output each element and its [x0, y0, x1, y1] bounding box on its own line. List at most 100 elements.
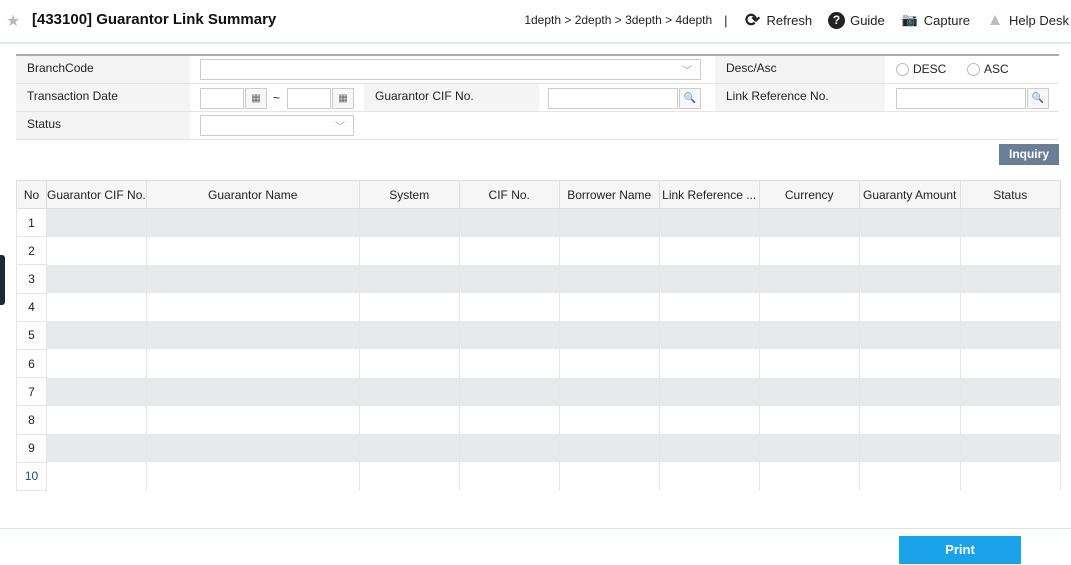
- inquiry-button[interactable]: Inquiry: [999, 144, 1059, 165]
- status-select[interactable]: ﹀: [200, 115, 354, 136]
- table-cell: [959, 264, 1061, 294]
- refresh-label: Refresh: [766, 12, 813, 28]
- column-header[interactable]: Status: [959, 180, 1061, 209]
- table-row[interactable]: 5: [16, 320, 1061, 350]
- table-cell: [145, 293, 360, 322]
- row-number: 9: [16, 433, 47, 463]
- table-cell: [959, 462, 1061, 491]
- table-cell: [858, 208, 961, 237]
- table-cell: [758, 434, 860, 463]
- guide-button[interactable]: ? Guide: [828, 11, 885, 29]
- table-cell: [458, 462, 560, 491]
- results-table: No Guarantor CIF No. Guarantor Name System C…: [16, 180, 1061, 491]
- table-cell: [558, 321, 660, 350]
- link-reference-input[interactable]: [896, 88, 1026, 109]
- table-cell: [758, 293, 860, 322]
- camera-icon: 📷: [901, 12, 918, 27]
- table-cell: [46, 264, 147, 294]
- date-tilde: ~: [273, 91, 281, 105]
- table-cell: [558, 208, 660, 237]
- column-header[interactable]: Borrower Name: [558, 180, 660, 209]
- table-row[interactable]: 3: [16, 264, 1061, 294]
- table-row[interactable]: 8: [16, 405, 1061, 435]
- table-cell: [358, 321, 460, 350]
- capture-label: Capture: [923, 12, 971, 28]
- table-cell: [145, 208, 360, 237]
- table-cell: [46, 236, 147, 265]
- table-cell: [758, 264, 860, 294]
- date-to-input[interactable]: [287, 88, 331, 109]
- link-reference-label: Link Reference No.: [715, 84, 885, 111]
- table-cell: [358, 434, 460, 463]
- calendar-icon[interactable]: ▦: [332, 88, 354, 109]
- calendar-icon[interactable]: ▦: [245, 88, 267, 109]
- table-cell: [145, 349, 360, 378]
- refresh-icon: ⟳: [745, 9, 761, 30]
- search-icon[interactable]: 🔍: [1027, 88, 1049, 109]
- table-cell: [858, 236, 961, 265]
- column-header[interactable]: No: [16, 180, 47, 209]
- guide-label: Guide: [850, 12, 885, 28]
- table-cell: [858, 377, 961, 406]
- table-cell: [358, 264, 460, 294]
- table-cell: [558, 377, 660, 406]
- search-icon[interactable]: 🔍: [679, 88, 701, 109]
- date-from-input[interactable]: [200, 88, 244, 109]
- table-cell: [46, 321, 147, 350]
- table-row[interactable]: 4: [16, 292, 1061, 322]
- table-cell: [145, 264, 360, 294]
- refresh-button[interactable]: ⟳ Refresh: [744, 9, 813, 30]
- side-panel-toggle[interactable]: [0, 255, 5, 305]
- row-number: 3: [16, 264, 47, 294]
- help-desk-button[interactable]: ▲ Help Desk: [986, 10, 1069, 29]
- column-header[interactable]: Guarantor Name: [145, 180, 360, 209]
- table-cell: [46, 462, 147, 491]
- table-cell: [46, 208, 147, 237]
- table-cell: [145, 434, 360, 463]
- capture-button[interactable]: 📷 Capture: [901, 11, 970, 29]
- row-number: 8: [16, 405, 47, 435]
- table-cell: [358, 236, 460, 265]
- column-header[interactable]: Currency: [758, 180, 860, 209]
- radio-icon: [967, 62, 980, 76]
- asc-label: ASC: [984, 62, 1009, 76]
- table-cell: [458, 405, 560, 434]
- column-header[interactable]: Guaranty Amount: [858, 180, 961, 209]
- row-number: 1: [16, 207, 47, 238]
- guarantor-cif-input[interactable]: [548, 88, 678, 109]
- table-row[interactable]: 9: [16, 433, 1061, 463]
- favorite-star-icon[interactable]: ★: [6, 11, 20, 31]
- asc-radio[interactable]: ASC: [967, 62, 1009, 76]
- status-label: Status: [16, 112, 190, 139]
- table-cell: [46, 293, 147, 322]
- table-cell: [858, 405, 961, 434]
- table-row[interactable]: 7: [16, 377, 1061, 407]
- desc-label: DESC: [913, 62, 947, 76]
- table-cell: [959, 236, 1061, 265]
- column-header[interactable]: Link Reference ...: [658, 180, 760, 209]
- header-divider: [0, 42, 1071, 44]
- table-cell: [658, 377, 760, 406]
- table-cell: [558, 462, 660, 491]
- page-title: [433100] Guarantor Link Summary: [32, 11, 277, 28]
- column-header[interactable]: System: [358, 180, 460, 209]
- table-cell: [959, 434, 1061, 463]
- column-header[interactable]: Guarantor CIF No.: [46, 180, 147, 209]
- desc-radio[interactable]: DESC: [896, 62, 946, 76]
- branch-code-label: BranchCode: [16, 56, 190, 83]
- table-cell: [658, 434, 760, 463]
- table-cell: [959, 293, 1061, 322]
- table-row[interactable]: 1: [16, 207, 1061, 238]
- table-row[interactable]: 2: [16, 236, 1061, 266]
- table-cell: [358, 377, 460, 406]
- column-header[interactable]: CIF No.: [458, 180, 560, 209]
- table-row[interactable]: 6: [16, 348, 1061, 379]
- branch-code-select[interactable]: ﹀: [200, 59, 701, 80]
- table-cell: [458, 236, 560, 265]
- search-form: BranchCode ﹀ Desc/Asc DESC ASC Transacti…: [16, 54, 1059, 140]
- print-button[interactable]: Print: [899, 536, 1021, 564]
- table-cell: [145, 236, 360, 265]
- table-row[interactable]: 10: [16, 461, 1061, 491]
- table-cell: [458, 208, 560, 237]
- table-cell: [458, 434, 560, 463]
